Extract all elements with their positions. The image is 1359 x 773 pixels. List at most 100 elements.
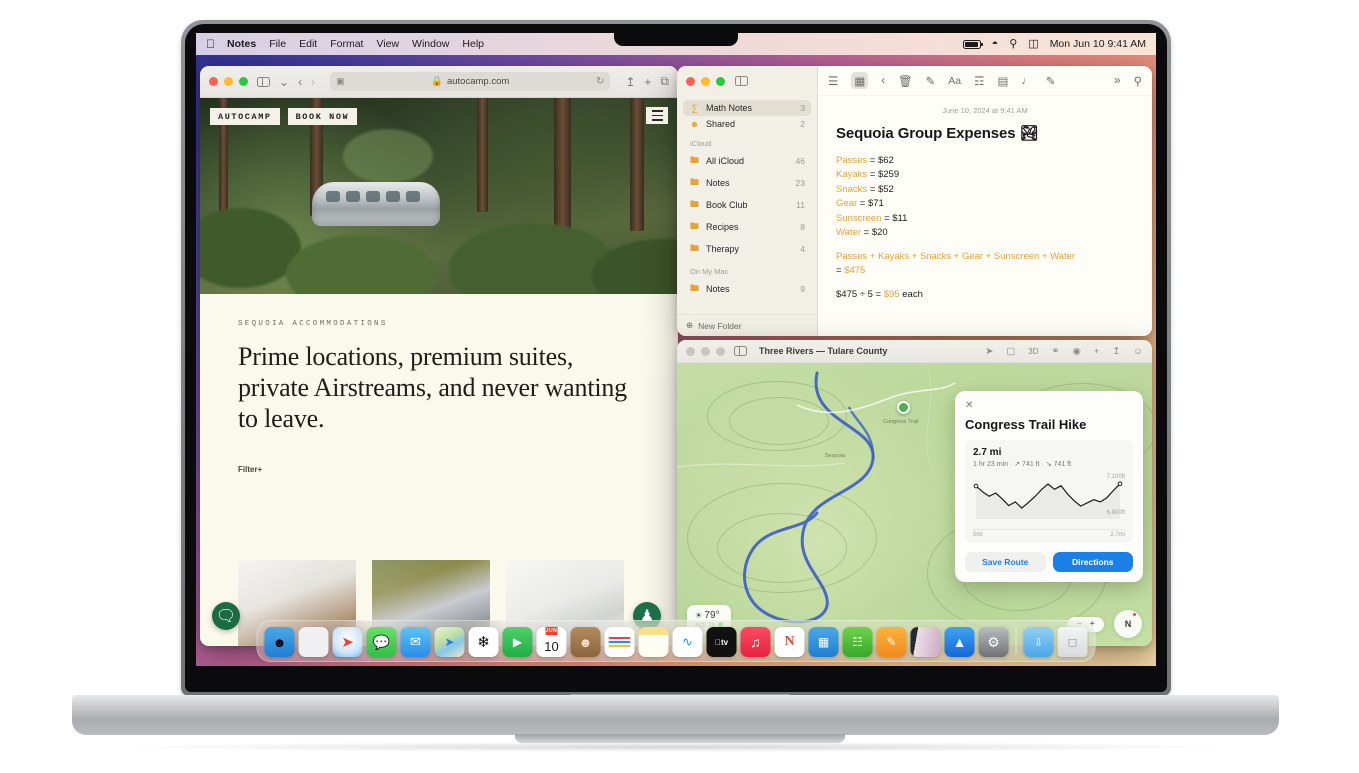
globe-icon[interactable]: ◉ xyxy=(1072,346,1080,357)
back-chevron-icon[interactable]: ‹ xyxy=(298,75,302,89)
sidebar-item-book-club[interactable]: 🖿 Book Club 11 xyxy=(683,194,811,216)
address-bar[interactable]: ▣ 🔒 autocamp.com ↻ xyxy=(330,72,611,91)
note-content[interactable]: June 10, 2024 at 9:41 AM Sequoia Group E… xyxy=(818,96,1152,312)
sidebar-item-shared[interactable]: ☻ Shared 2 xyxy=(683,116,811,132)
battery-icon[interactable] xyxy=(962,39,983,49)
dock-item-maps[interactable]: ➤ xyxy=(434,627,465,657)
sidebar-item-therapy[interactable]: 🖿 Therapy 4 xyxy=(683,238,811,260)
dock-item-launchpad[interactable] xyxy=(298,627,329,657)
chevron-down-icon[interactable]: ⌄ xyxy=(279,75,289,89)
save-route-button[interactable]: Save Route xyxy=(965,552,1046,572)
binoculars-icon[interactable]: ⚭ xyxy=(1052,346,1060,357)
sidebar-item-local-notes[interactable]: 🖿 Notes 9 xyxy=(683,278,811,300)
directions-button[interactable]: Directions xyxy=(1052,552,1133,572)
window-traffic-lights[interactable] xyxy=(686,346,725,356)
notes-sidebar-titlebar[interactable] xyxy=(677,66,817,96)
menu-item-help[interactable]: Help xyxy=(462,38,484,50)
menu-item-file[interactable]: File xyxy=(269,38,286,50)
close-icon[interactable]: ✕ xyxy=(965,400,1133,411)
close-window-button[interactable] xyxy=(209,77,218,86)
compose-icon[interactable]: ✎ xyxy=(926,74,936,88)
dock-item-facetime[interactable]: ▶ xyxy=(502,627,533,657)
forward-chevron-icon[interactable]: › xyxy=(311,75,315,89)
sidebar-item-recipes[interactable]: 🖿 Recipes 8 xyxy=(683,216,811,238)
dock-item-mail[interactable]: ✉ xyxy=(400,627,431,657)
hamburger-menu-icon[interactable] xyxy=(646,107,668,124)
close-window-button[interactable] xyxy=(686,346,695,356)
new-tab-plus-icon[interactable]: + xyxy=(644,75,651,89)
dock-item-keynote[interactable]: ▦ xyxy=(808,627,839,657)
safari-window[interactable]: ⌄ ‹ › ▣ 🔒 autocamp.com ↻ ↥ + ⧉ AUTOCAMP … xyxy=(200,66,678,646)
share-icon[interactable]: ↥ xyxy=(1112,346,1120,357)
maximize-window-button[interactable] xyxy=(716,346,725,356)
account-icon[interactable]: ☺ xyxy=(1133,346,1143,357)
plus-icon[interactable]: + xyxy=(1094,346,1100,357)
map-canvas[interactable]: Congress Trail Sequoia ☀ 79° AQI 29 − + … xyxy=(677,363,1152,646)
menu-item-notes[interactable]: Notes xyxy=(227,38,256,50)
audio-icon[interactable]: ♩ xyxy=(1021,75,1033,87)
gallery-view-icon[interactable]: ▦ xyxy=(851,72,869,89)
dock-item-pages[interactable]: ✎ xyxy=(876,627,907,657)
notes-sidebar[interactable]: ∑ Math Notes 3 ☻ Shared 2 iCloud 🖿 All i… xyxy=(677,66,818,336)
dock-item-system-settings[interactable]: ⚙ xyxy=(978,627,1009,657)
format-icon[interactable]: Aa xyxy=(948,75,961,87)
dock-item-photos[interactable]: ❄ xyxy=(468,627,499,657)
sidebar-toggle-icon[interactable] xyxy=(735,76,748,86)
maps-toolbar[interactable]: Three Rivers — Tulare County ➤ ▢ 3D ⚭ ◉ … xyxy=(677,340,1152,363)
apple-menu-icon[interactable]:  xyxy=(206,38,215,50)
table-icon[interactable]: ▤ xyxy=(997,74,1008,88)
reader-view-icon[interactable]: ▣ xyxy=(336,76,345,87)
sidebar-toggle-icon[interactable] xyxy=(734,346,747,356)
safari-toolbar[interactable]: ⌄ ‹ › ▣ 🔒 autocamp.com ↻ ↥ + ⧉ xyxy=(200,66,678,98)
dock-item-contacts[interactable]: ☻ xyxy=(570,627,601,657)
minimize-window-button[interactable] xyxy=(701,76,710,86)
search-icon[interactable]: ⚲ xyxy=(1009,38,1017,50)
wifi-icon[interactable]: ◓ xyxy=(992,38,999,50)
trail-start-pin[interactable] xyxy=(897,401,910,414)
dock-item-safari[interactable]: ➤ xyxy=(332,627,363,657)
dock-item-numbers[interactable]: ☷ xyxy=(842,627,873,657)
close-window-button[interactable] xyxy=(686,76,695,86)
dock-item-iphone-mirroring[interactable] xyxy=(910,627,941,657)
window-traffic-lights[interactable] xyxy=(686,76,725,86)
markup-icon[interactable]: ✎ xyxy=(1046,74,1056,88)
chevron-double-right-icon[interactable]: » xyxy=(1114,75,1120,87)
trail-card-actions[interactable]: Save Route Directions xyxy=(965,552,1133,572)
window-traffic-lights[interactable] xyxy=(209,77,248,86)
location-arrow-icon[interactable]: ➤ xyxy=(985,346,993,357)
new-folder-button[interactable]: ⊕ New Folder xyxy=(677,314,817,336)
tab-overview-icon[interactable]: ⧉ xyxy=(660,74,669,89)
3d-toggle-button[interactable]: 3D xyxy=(1028,347,1038,356)
menu-bar-clock[interactable]: Mon Jun 10 9:41 AM xyxy=(1050,38,1146,50)
dock-item-freeform[interactable]: ∿ xyxy=(672,627,703,657)
reload-icon[interactable]: ↻ xyxy=(596,76,604,87)
sidebar-item-math-notes[interactable]: ∑ Math Notes 3 xyxy=(683,100,811,116)
maximize-window-button[interactable] xyxy=(716,76,725,86)
sidebar-item-all-icloud[interactable]: 🖿 All iCloud 46 xyxy=(683,150,811,172)
dock-item-appletv[interactable]: tv xyxy=(706,627,737,657)
menu-item-view[interactable]: View xyxy=(376,38,399,50)
share-icon[interactable]: ↥ xyxy=(625,75,635,89)
notes-toolbar[interactable]: ☰ ▦ ‹ 🗑 ✎ Aa ☶ ▤ ♩ ✎ » ⚲ xyxy=(818,66,1152,96)
book-now-button[interactable]: BOOK NOW xyxy=(287,108,358,125)
chat-bubble-icon[interactable]: 🗨 xyxy=(212,602,240,630)
list-view-icon[interactable]: ☰ xyxy=(828,74,838,88)
dock-item-news[interactable]: N xyxy=(774,627,805,657)
menu-item-window[interactable]: Window xyxy=(412,38,449,50)
search-icon[interactable]: ⚲ xyxy=(1134,74,1142,88)
sidebar-item-notes[interactable]: 🖿 Notes 23 xyxy=(683,172,811,194)
dock-item-messages[interactable]: 💬 xyxy=(366,627,397,657)
dock-item-app-store[interactable]: ▲ xyxy=(944,627,975,657)
dock-item-downloads[interactable]: ⇩ xyxy=(1023,627,1054,657)
autocamp-logo[interactable]: AUTOCAMP xyxy=(210,108,280,125)
notes-editor-pane[interactable]: ☰ ▦ ‹ 🗑 ✎ Aa ☶ ▤ ♩ ✎ » ⚲ June 10, 2024 a… xyxy=(818,66,1152,336)
minimize-window-button[interactable] xyxy=(224,77,233,86)
trail-detail-card[interactable]: ✕ Congress Trail Hike 2.7 mi 1 hr 23 min… xyxy=(955,391,1143,582)
dock-item-music[interactable]: ♫ xyxy=(740,627,771,657)
minimize-window-button[interactable] xyxy=(701,346,710,356)
dock-item-trash[interactable]: ◻ xyxy=(1057,627,1088,657)
menu-item-format[interactable]: Format xyxy=(330,38,363,50)
dock-item-reminders[interactable] xyxy=(604,627,635,657)
menu-item-edit[interactable]: Edit xyxy=(299,38,317,50)
maps-window[interactable]: Three Rivers — Tulare County ➤ ▢ 3D ⚭ ◉ … xyxy=(677,340,1152,646)
